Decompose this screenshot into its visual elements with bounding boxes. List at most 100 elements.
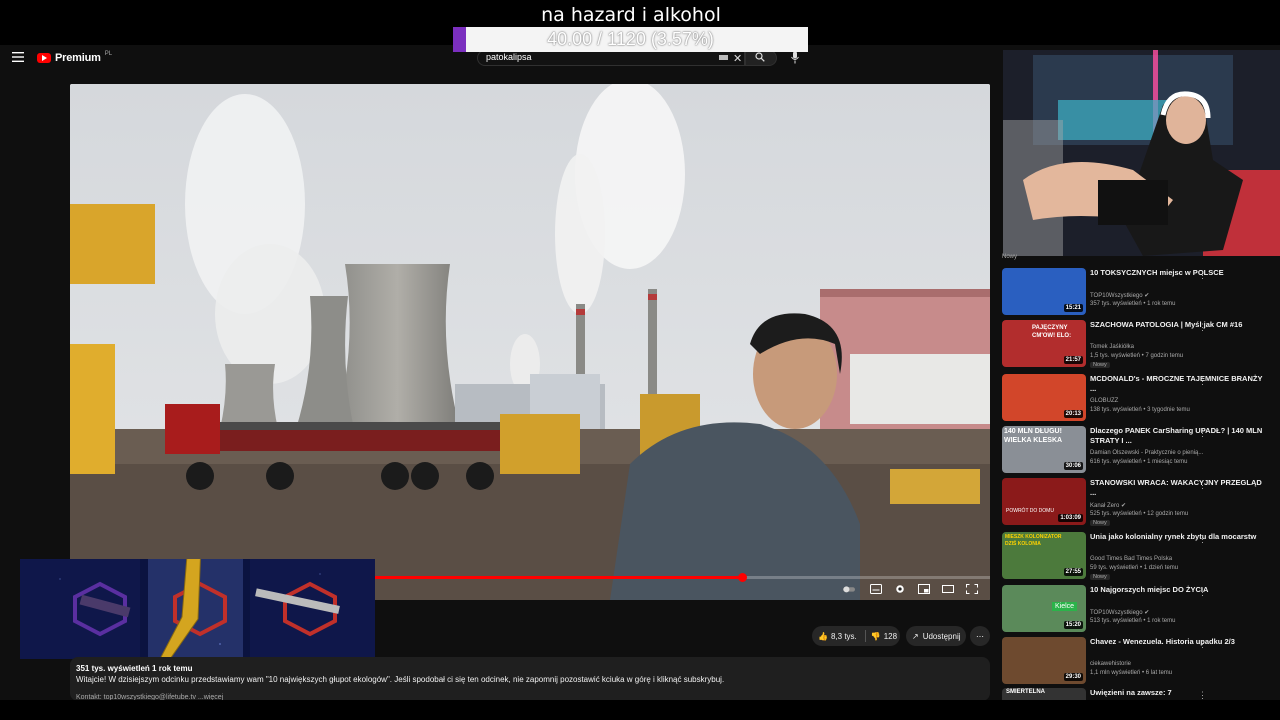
video-thumbnail[interactable]: PAJĘCZYNY CM'OW! ELO: 21:57: [1002, 320, 1086, 367]
video-thumbnail[interactable]: 15:21: [1002, 268, 1086, 315]
video-meta: 616 tys. wyświetleń • 1 miesiąc temu: [1090, 459, 1188, 465]
video-thumbnail[interactable]: ŚMIERTELNA: [1002, 688, 1086, 700]
video-title[interactable]: Uwięzieni na zawsze: 7: [1090, 688, 1265, 698]
logo-region: PL: [104, 51, 113, 57]
sidebar-video-item[interactable]: 20:13 MCDONALD's - MROCZNE TAJEMNICE BRA…: [1002, 374, 1272, 426]
sidebar-video-item[interactable]: 140 MLN DŁUGU! WIELKA KLESKA 30:06 Dlacz…: [1002, 426, 1272, 478]
video-title[interactable]: MCDONALD's - MROCZNE TAJEMNICE BRANŻY ..…: [1090, 374, 1265, 394]
search-input-value: patokalipsa: [486, 52, 532, 62]
video-meta: 138 tys. wyświetleń • 3 tygodnie temu: [1090, 407, 1190, 413]
case-roulette-graphic: [20, 559, 375, 659]
miniplayer-icon[interactable]: [918, 584, 930, 594]
video-menu-icon[interactable]: ⋮: [1198, 587, 1207, 598]
dislike-count[interactable]: 128: [884, 632, 897, 641]
new-badge: Nowy: [1090, 520, 1110, 526]
share-icon: ↗: [912, 631, 919, 641]
description-views: 351 tys. wyświetleń 1 rok temu: [76, 664, 193, 673]
sidebar-video-item[interactable]: Kielce 15:20 10 Najgorszych miejsc DO ŻY…: [1002, 585, 1272, 637]
youtube-play-icon: [37, 53, 51, 63]
video-duration: 1:03:09: [1058, 514, 1083, 522]
video-title[interactable]: Unia jako kolonialny rynek zbytu dla moc…: [1090, 532, 1265, 542]
video-thumbnail[interactable]: POWRÓT DO DOMU 1:03:09: [1002, 478, 1086, 525]
video-thumbnail[interactable]: 20:13: [1002, 374, 1086, 421]
video-title[interactable]: 10 Najgorszych miejsc DO ŻYCIA: [1090, 585, 1265, 595]
autoplay-toggle-icon[interactable]: [843, 584, 855, 594]
video-menu-icon[interactable]: ⋮: [1198, 534, 1207, 545]
video-meta: 357 tys. wyświetleń • 1 rok temu: [1090, 301, 1176, 307]
video-meta: 59 tys. wyświetleń • 1 dzień temu: [1090, 565, 1179, 571]
case-opening-overlay: [20, 559, 375, 659]
video-player[interactable]: [70, 84, 990, 600]
settings-gear-icon[interactable]: [894, 584, 906, 594]
video-title[interactable]: Dlaczego PANEK CarSharing UPADŁ? | 140 M…: [1090, 426, 1265, 446]
youtube-premium-logo[interactable]: Premium PL: [37, 51, 113, 64]
thumbnail-text: POWRÓT DO DOMU: [1006, 508, 1054, 514]
video-duration: 15:21: [1063, 304, 1083, 312]
thumbs-down-icon[interactable]: 👎: [871, 632, 881, 641]
donation-goal-bar: 40.00 / 1120 (3.57%): [453, 27, 808, 52]
sidebar-video-item[interactable]: 15:21 10 TOKSYCZNYCH miejsc w POLSCE TOP…: [1002, 268, 1272, 320]
like-count[interactable]: 8,3 tys.: [831, 632, 857, 641]
video-title[interactable]: Chavez - Wenezuela. Historia upadku 2/3: [1090, 637, 1265, 647]
logo-text: Premium: [55, 52, 101, 64]
video-title[interactable]: 10 TOKSYCZNYCH miejsc w POLSCE: [1090, 268, 1265, 278]
theater-mode-icon[interactable]: [942, 584, 954, 594]
video-menu-icon[interactable]: ⋮: [1198, 690, 1207, 700]
video-menu-icon[interactable]: ⋮: [1198, 270, 1207, 281]
video-channel[interactable]: Good Times Bad Times Polska: [1090, 556, 1172, 562]
video-duration: 21:57: [1063, 356, 1083, 364]
video-channel[interactable]: TOP10Wszystkiego ✔: [1090, 292, 1149, 299]
sidebar-video-item[interactable]: PAJĘCZYNY CM'OW! ELO: 21:57 SZACHOWA PAT…: [1002, 320, 1272, 372]
seek-handle[interactable]: [737, 573, 747, 582]
video-menu-icon[interactable]: ⋮: [1198, 322, 1207, 333]
sidebar-video-item[interactable]: 29:30 Chavez - Wenezuela. Historia upadk…: [1002, 637, 1272, 689]
sidebar-video-item[interactable]: MIESZK KOLONIZATOR DZIŚ KOLONIA 27:55 Un…: [1002, 532, 1272, 584]
stream-overlay-title: na hazard i alkohol: [541, 4, 721, 26]
new-badge: Nowy: [1090, 574, 1110, 580]
search-icon[interactable]: [755, 52, 765, 62]
sidebar-video-item[interactable]: ŚMIERTELNA Uwięzieni na zawsze: 7 ⋮: [1002, 688, 1272, 700]
video-thumbnail[interactable]: Kielce 15:20: [1002, 585, 1086, 632]
video-title[interactable]: STANOWSKI WRACA: WAKACYJNY PRZEGLĄD ...: [1090, 478, 1265, 498]
share-button[interactable]: ↗ Udostępnij: [906, 626, 966, 646]
subtitles-icon[interactable]: [870, 584, 882, 594]
video-meta: 525 tys. wyświetleń • 12 godzin temu: [1090, 511, 1189, 517]
video-menu-icon[interactable]: ⋮: [1198, 639, 1207, 650]
share-label: Udostępnij: [922, 631, 961, 641]
video-channel[interactable]: GLOBUZZ: [1090, 398, 1118, 404]
video-channel[interactable]: ciekawehistorie: [1090, 661, 1131, 667]
video-thumbnail[interactable]: MIESZK KOLONIZATOR DZIŚ KOLONIA 27:55: [1002, 532, 1086, 579]
video-channel[interactable]: Tomek Jaśkiółka: [1090, 344, 1134, 350]
sidebar-video-item[interactable]: POWRÓT DO DOMU 1:03:09 STANOWSKI WRACA: …: [1002, 478, 1272, 530]
video-duration: 20:13: [1063, 410, 1083, 418]
description-text: Witajcie! W dzisiejszym odcinku przedsta…: [76, 675, 725, 684]
keyboard-icon[interactable]: [719, 55, 728, 60]
thumbnail-text: 140 MLN DŁUGU! WIELKA KLESKA: [1004, 428, 1063, 444]
new-badge: Nowy: [1090, 362, 1110, 368]
video-channel[interactable]: TOP10Wszystkiego ✔: [1090, 609, 1149, 616]
video-duration: 27:55: [1063, 568, 1083, 576]
video-menu-icon[interactable]: ⋮: [1198, 480, 1207, 491]
fullscreen-icon[interactable]: [966, 584, 978, 594]
video-meta: 513 tys. wyświetleń • 1 rok temu: [1090, 618, 1176, 624]
thumbnail-text: ŚMIERTELNA: [1006, 689, 1045, 695]
thumbs-up-icon[interactable]: 👍: [818, 632, 828, 641]
video-thumbnail[interactable]: 140 MLN DŁUGU! WIELKA KLESKA 30:06: [1002, 426, 1086, 473]
video-frame: [70, 84, 990, 600]
video-duration: 15:20: [1063, 621, 1083, 629]
video-meta: 1,5 tys. wyświetleń • 7 godzin temu: [1090, 353, 1184, 359]
clear-icon[interactable]: ✕: [733, 52, 742, 65]
video-duration: 30:06: [1063, 462, 1083, 470]
video-menu-icon[interactable]: ⋮: [1198, 428, 1207, 439]
video-title[interactable]: SZACHOWA PATOLOGIA | Myśl jak CM #16: [1090, 320, 1265, 330]
video-menu-icon[interactable]: ⋮: [1198, 376, 1207, 387]
video-duration: 29:30: [1063, 673, 1083, 681]
webcam-overlay: [1003, 50, 1280, 256]
video-thumbnail[interactable]: 29:30: [1002, 637, 1086, 684]
thumbnail-text: MIESZK KOLONIZATOR DZIŚ KOLONIA: [1005, 534, 1062, 547]
video-channel[interactable]: Kanał Zero ✔: [1090, 502, 1126, 509]
video-channel[interactable]: Damian Olszewski - Praktycznie o pienią.…: [1090, 450, 1203, 456]
menu-icon[interactable]: [12, 52, 24, 62]
mic-icon[interactable]: [790, 51, 800, 64]
more-actions-button[interactable]: ⋯: [970, 626, 990, 646]
